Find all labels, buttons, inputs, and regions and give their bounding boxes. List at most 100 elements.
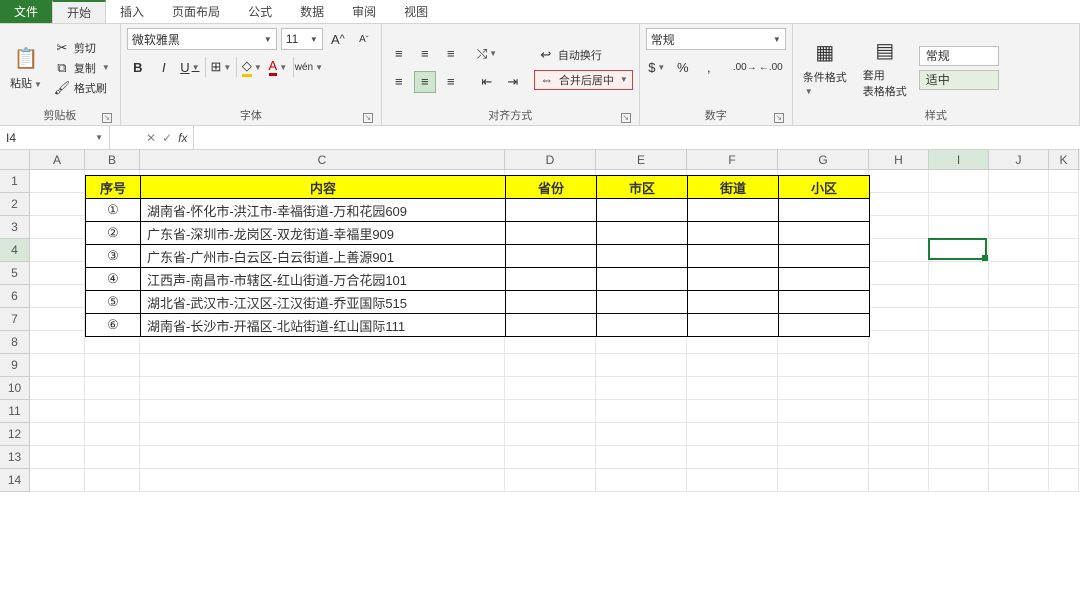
table-cell[interactable] [597, 222, 688, 245]
cell[interactable] [687, 377, 778, 400]
table-cell[interactable] [506, 314, 597, 337]
cell[interactable] [85, 354, 140, 377]
cell[interactable] [778, 377, 869, 400]
table-cell[interactable] [688, 245, 779, 268]
cell[interactable] [505, 423, 596, 446]
cell[interactable] [869, 400, 929, 423]
table-cell[interactable] [506, 245, 597, 268]
decrease-decimal-button[interactable]: ←.00 [760, 56, 782, 78]
copy-button[interactable]: ⧉复制▼ [50, 59, 114, 77]
table-cell[interactable] [779, 245, 870, 268]
col-header-F[interactable]: F [687, 150, 778, 169]
tab-review[interactable]: 审阅 [338, 0, 390, 23]
cell[interactable] [869, 377, 929, 400]
cell[interactable] [869, 193, 929, 216]
table-cell[interactable] [779, 199, 870, 222]
cell[interactable] [140, 423, 505, 446]
cell[interactable] [505, 469, 596, 492]
cell[interactable] [30, 354, 85, 377]
cell[interactable] [596, 400, 687, 423]
tab-view[interactable]: 视图 [390, 0, 442, 23]
cell[interactable] [505, 446, 596, 469]
table-cell[interactable] [688, 291, 779, 314]
conditional-format-button[interactable]: ▦ 条件格式▼ [799, 37, 851, 99]
cell[interactable] [1049, 193, 1079, 216]
cell[interactable] [1049, 331, 1079, 354]
cell[interactable] [869, 239, 929, 262]
currency-button[interactable]: $▼ [646, 56, 668, 78]
tab-page-layout[interactable]: 页面布局 [158, 0, 234, 23]
cell[interactable] [929, 469, 989, 492]
cell[interactable] [929, 331, 989, 354]
col-header-K[interactable]: K [1049, 150, 1079, 169]
cell[interactable] [929, 446, 989, 469]
cell[interactable] [1049, 354, 1079, 377]
table-format-button[interactable]: ▤ 套用 表格格式 [859, 35, 911, 101]
cell[interactable] [1049, 216, 1079, 239]
cell[interactable] [1049, 400, 1079, 423]
col-header-J[interactable]: J [989, 150, 1049, 169]
cell[interactable] [596, 354, 687, 377]
table-header[interactable]: 街道 [688, 176, 779, 199]
cell[interactable] [30, 239, 85, 262]
table-header[interactable]: 省份 [506, 176, 597, 199]
table-cell[interactable] [779, 291, 870, 314]
cell[interactable] [989, 469, 1049, 492]
table-cell[interactable] [779, 268, 870, 291]
cell[interactable] [869, 216, 929, 239]
underline-button[interactable]: U▼ [179, 56, 201, 78]
cell[interactable] [1049, 446, 1079, 469]
cell[interactable] [30, 469, 85, 492]
cut-button[interactable]: ✂剪切 [50, 39, 114, 57]
tab-insert[interactable]: 插入 [106, 0, 158, 23]
style-good[interactable]: 适中 [919, 70, 999, 90]
table-cell[interactable] [688, 268, 779, 291]
row-header-10[interactable]: 10 [0, 377, 30, 400]
cell[interactable] [85, 469, 140, 492]
cell[interactable] [30, 216, 85, 239]
table-cell[interactable]: 湖南省-怀化市-洪江市-幸福街道-万和花园609 [141, 199, 506, 222]
table-cell[interactable] [506, 222, 597, 245]
table-cell[interactable]: ⑤ [86, 291, 141, 314]
col-header-C[interactable]: C [140, 150, 505, 169]
cell[interactable] [1049, 285, 1079, 308]
table-cell[interactable]: 湖南省-长沙市-开福区-北站街道-红山国际111 [141, 314, 506, 337]
cell[interactable] [30, 446, 85, 469]
row-header-9[interactable]: 9 [0, 354, 30, 377]
table-cell[interactable]: ⑥ [86, 314, 141, 337]
cell[interactable] [869, 308, 929, 331]
table-cell[interactable]: ④ [86, 268, 141, 291]
format-painter-button[interactable]: 🖌格式刷 [50, 79, 114, 97]
table-header[interactable]: 内容 [141, 176, 506, 199]
cell[interactable] [989, 354, 1049, 377]
cell[interactable] [140, 469, 505, 492]
cell[interactable] [989, 400, 1049, 423]
indent-decrease-button[interactable]: ⇤ [476, 71, 498, 93]
cell[interactable] [1049, 239, 1079, 262]
cell[interactable] [929, 400, 989, 423]
table-cell[interactable]: 广东省-深圳市-龙岗区-双龙街道-幸福里909 [141, 222, 506, 245]
cell[interactable] [778, 400, 869, 423]
col-header-G[interactable]: G [778, 150, 869, 169]
italic-button[interactable]: I [153, 56, 175, 78]
col-header-D[interactable]: D [505, 150, 596, 169]
cell[interactable] [596, 423, 687, 446]
row-header-13[interactable]: 13 [0, 446, 30, 469]
cell[interactable] [1049, 308, 1079, 331]
increase-decimal-button[interactable]: .00→ [734, 56, 756, 78]
cell[interactable] [869, 331, 929, 354]
cell[interactable] [1049, 170, 1079, 193]
align-right-button[interactable]: ≡ [440, 71, 462, 93]
cell[interactable] [869, 170, 929, 193]
cell[interactable] [505, 354, 596, 377]
cell[interactable] [869, 469, 929, 492]
cell[interactable] [85, 423, 140, 446]
cell[interactable] [929, 239, 989, 262]
border-button[interactable]: ⊞▼ [210, 56, 232, 78]
cell[interactable] [30, 193, 85, 216]
cell[interactable] [1049, 262, 1079, 285]
cell[interactable] [929, 377, 989, 400]
font-name-combo[interactable]: 微软雅黑▼ [127, 28, 277, 50]
col-header-B[interactable]: B [85, 150, 140, 169]
cell[interactable] [687, 423, 778, 446]
